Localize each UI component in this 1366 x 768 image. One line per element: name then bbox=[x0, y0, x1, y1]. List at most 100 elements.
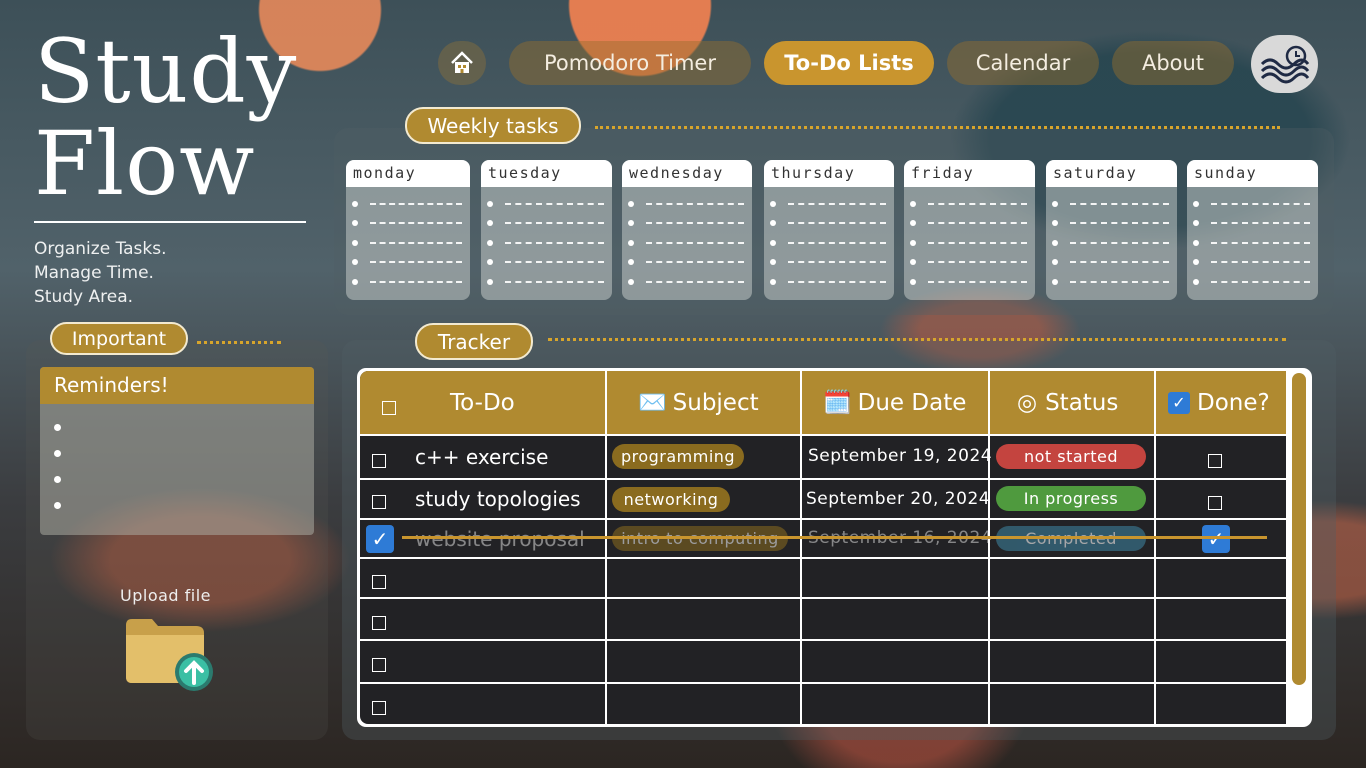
profile-logo-button[interactable] bbox=[1251, 35, 1318, 93]
day-task-line[interactable] bbox=[487, 214, 612, 234]
subject-tag[interactable]: networking bbox=[612, 487, 730, 512]
bullet-icon bbox=[1193, 259, 1199, 266]
day-task-line[interactable] bbox=[1052, 253, 1177, 273]
day-task-line[interactable] bbox=[352, 214, 470, 234]
status-badge[interactable]: not started bbox=[996, 444, 1146, 469]
status-badge[interactable]: In progress bbox=[996, 486, 1146, 511]
day-task-line[interactable] bbox=[487, 233, 612, 253]
row-checkbox[interactable] bbox=[372, 616, 386, 630]
blank-line bbox=[646, 222, 744, 225]
day-task-line[interactable] bbox=[1193, 233, 1318, 253]
header-done[interactable]: ✓ Done? bbox=[1168, 371, 1270, 434]
row-checkbox[interactable] bbox=[372, 701, 386, 715]
subject-tag[interactable]: programming bbox=[612, 444, 744, 469]
day-card-saturday[interactable]: saturday bbox=[1046, 160, 1177, 300]
header-due-date[interactable]: 🗓️ Due Date bbox=[823, 371, 966, 434]
day-task-line[interactable] bbox=[1052, 272, 1177, 292]
day-task-line[interactable] bbox=[770, 233, 894, 253]
header-subject[interactable]: ✉️ Subject bbox=[638, 371, 759, 434]
col-divider bbox=[1154, 371, 1156, 724]
day-task-line[interactable] bbox=[628, 194, 752, 214]
row-checkbox[interactable] bbox=[372, 495, 386, 509]
blank-line bbox=[928, 241, 1027, 244]
due-date-cell[interactable]: September 19, 2024 bbox=[808, 446, 992, 466]
day-task-line[interactable] bbox=[1193, 214, 1318, 234]
day-task-line[interactable] bbox=[770, 194, 894, 214]
col-divider bbox=[605, 371, 607, 724]
bullet-icon bbox=[487, 220, 493, 227]
day-task-line[interactable] bbox=[1193, 272, 1318, 292]
blank-line bbox=[928, 222, 1027, 225]
todo-cell[interactable]: c++ exercise bbox=[415, 445, 548, 469]
day-task-line[interactable] bbox=[1193, 194, 1318, 214]
folder-upload-icon bbox=[126, 619, 213, 691]
day-card-tuesday[interactable]: tuesday bbox=[481, 160, 612, 300]
day-task-line[interactable] bbox=[352, 253, 470, 273]
reminder-item[interactable] bbox=[40, 492, 314, 518]
day-card-wednesday[interactable]: wednesday bbox=[622, 160, 752, 300]
bullet-icon bbox=[628, 259, 634, 266]
row-checkbox-checked[interactable]: ✓ bbox=[366, 525, 394, 553]
day-task-line[interactable] bbox=[487, 194, 612, 214]
day-card-monday[interactable]: monday bbox=[346, 160, 470, 300]
day-task-line[interactable] bbox=[628, 272, 752, 292]
day-task-line[interactable] bbox=[1052, 194, 1177, 214]
header-todo[interactable]: To-Do bbox=[450, 371, 515, 434]
row-checkbox[interactable] bbox=[372, 658, 386, 672]
day-task-line[interactable] bbox=[1193, 253, 1318, 273]
done-checkbox-checked[interactable]: ✓ bbox=[1202, 525, 1230, 553]
todo-cell[interactable]: website proposal bbox=[415, 527, 585, 551]
due-date-cell[interactable]: September 20, 2024 bbox=[806, 489, 990, 509]
blank-line bbox=[1070, 202, 1169, 205]
reminders-title: Reminders! bbox=[40, 367, 314, 404]
nav-pomodoro-timer[interactable]: Pomodoro Timer bbox=[509, 41, 751, 85]
day-task-line[interactable] bbox=[1052, 214, 1177, 234]
select-all-checkbox[interactable] bbox=[382, 401, 396, 415]
day-task-line[interactable] bbox=[770, 214, 894, 234]
day-task-line[interactable] bbox=[628, 253, 752, 273]
upload-file-label: Upload file bbox=[120, 586, 212, 605]
todo-cell[interactable]: study topologies bbox=[415, 487, 581, 511]
day-task-line[interactable] bbox=[487, 253, 612, 273]
day-task-line[interactable] bbox=[910, 194, 1035, 214]
day-task-line[interactable] bbox=[910, 272, 1035, 292]
day-task-line[interactable] bbox=[770, 253, 894, 273]
day-card-thursday[interactable]: thursday bbox=[764, 160, 894, 300]
reminder-item[interactable] bbox=[40, 466, 314, 492]
reminder-item[interactable] bbox=[40, 440, 314, 466]
day-title: friday bbox=[904, 160, 1035, 187]
bullet-icon bbox=[910, 239, 916, 246]
blank-line bbox=[370, 280, 462, 283]
header-status[interactable]: ◎ Status bbox=[1017, 371, 1118, 434]
day-task-line[interactable] bbox=[1052, 233, 1177, 253]
blank-line bbox=[788, 241, 886, 244]
day-task-line[interactable] bbox=[910, 233, 1035, 253]
day-card-sunday[interactable]: sunday bbox=[1187, 160, 1318, 300]
reminder-item[interactable] bbox=[40, 414, 314, 440]
table-scrollbar[interactable] bbox=[1292, 373, 1306, 685]
done-checkbox[interactable] bbox=[1208, 454, 1222, 468]
row-checkbox[interactable] bbox=[372, 454, 386, 468]
day-task-line[interactable] bbox=[352, 233, 470, 253]
day-task-line[interactable] bbox=[628, 233, 752, 253]
bullet-icon bbox=[54, 449, 61, 457]
bullet-icon bbox=[628, 278, 634, 285]
bullet-icon bbox=[1193, 220, 1199, 227]
nav-home-button[interactable] bbox=[438, 41, 486, 85]
day-card-friday[interactable]: friday bbox=[904, 160, 1035, 300]
bullet-icon bbox=[628, 200, 634, 207]
done-checkbox[interactable] bbox=[1208, 496, 1222, 510]
nav-todo-lists[interactable]: To-Do Lists bbox=[764, 41, 934, 85]
day-task-line[interactable] bbox=[487, 272, 612, 292]
row-checkbox[interactable] bbox=[372, 575, 386, 589]
nav-calendar[interactable]: Calendar bbox=[947, 41, 1099, 85]
day-task-line[interactable] bbox=[352, 272, 470, 292]
day-task-line[interactable] bbox=[628, 214, 752, 234]
nav-about[interactable]: About bbox=[1112, 41, 1234, 85]
day-task-line[interactable] bbox=[352, 194, 470, 214]
header-done-label: Done? bbox=[1197, 389, 1270, 416]
day-task-line[interactable] bbox=[770, 272, 894, 292]
upload-file-button[interactable] bbox=[124, 617, 216, 693]
day-task-line[interactable] bbox=[910, 253, 1035, 273]
day-task-line[interactable] bbox=[910, 214, 1035, 234]
